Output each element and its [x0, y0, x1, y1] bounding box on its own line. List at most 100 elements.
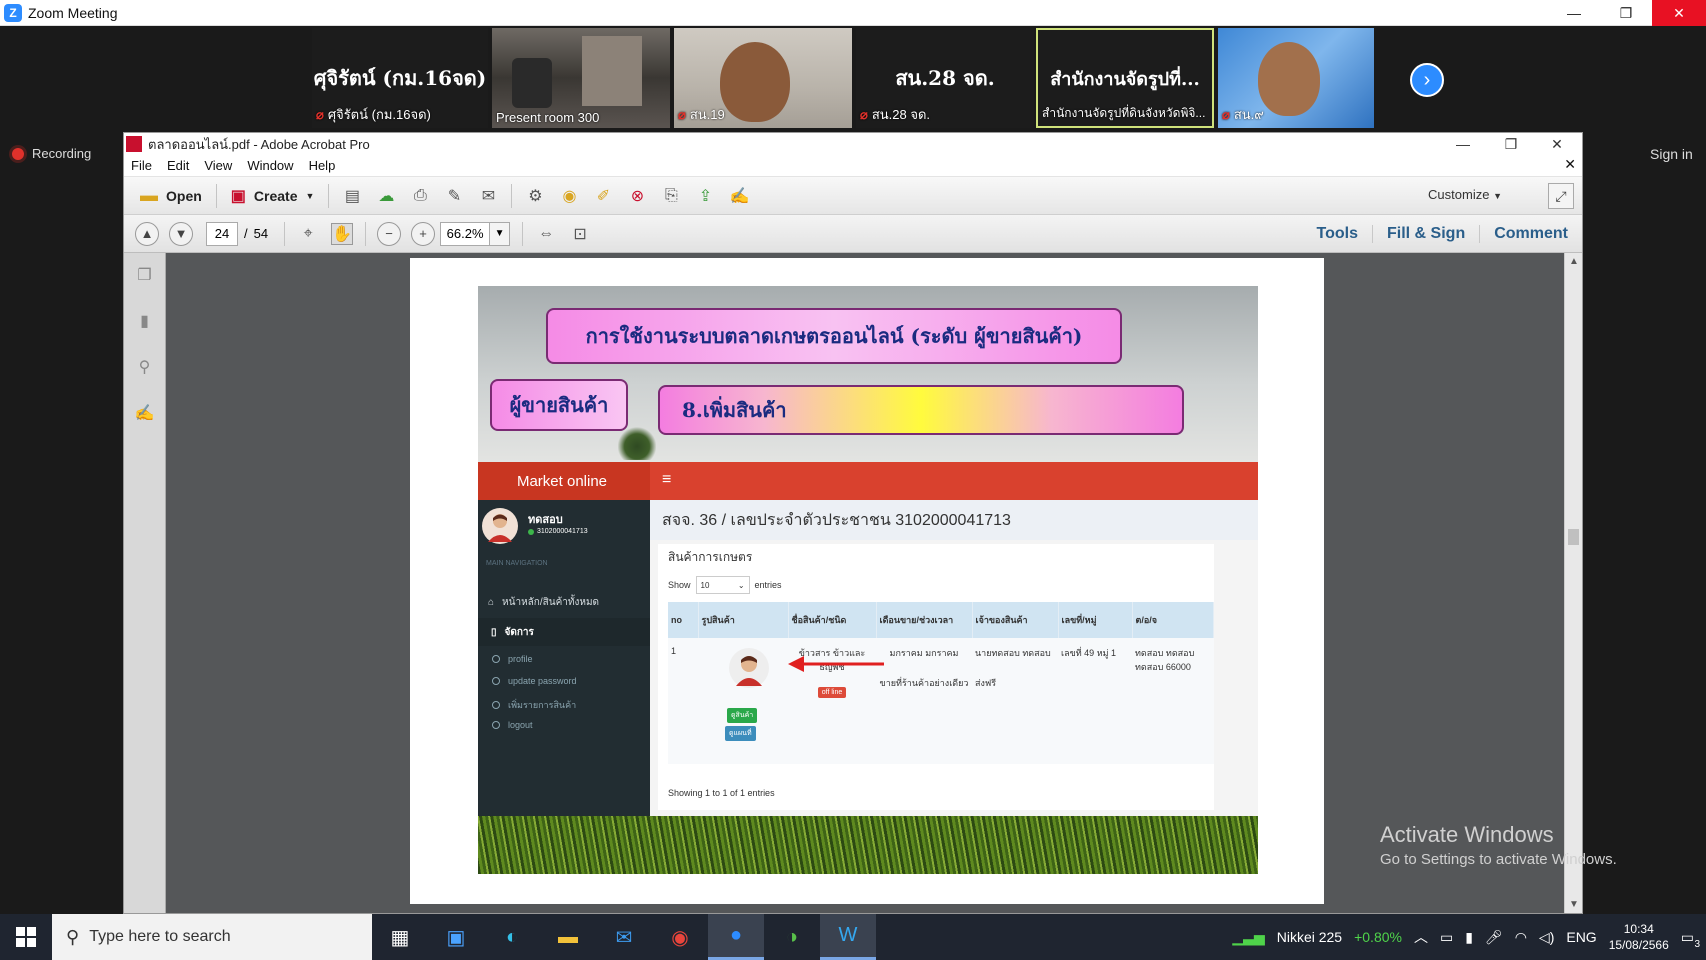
menu-view[interactable]: View	[204, 158, 232, 173]
show-label: Show	[668, 580, 691, 590]
acrobat-minimize-button[interactable]: —	[1440, 133, 1486, 155]
pane-links: Tools Fill & Sign Comment	[1303, 215, 1582, 253]
comment-link[interactable]: Comment	[1479, 225, 1582, 243]
recording-indicator[interactable]: Recording	[12, 146, 91, 161]
language-indicator[interactable]: ENG	[1566, 929, 1596, 945]
page-number-input[interactable]: 24	[206, 221, 238, 246]
zoom-in-icon[interactable]: +	[411, 221, 436, 246]
signature-icon[interactable]: ✍	[134, 401, 156, 425]
participant-caption: สน.28 จด.	[871, 107, 931, 122]
sign-in-link[interactable]: Sign in	[1650, 146, 1693, 162]
close-button[interactable]: ✕	[1652, 0, 1706, 26]
circle-icon	[492, 721, 500, 729]
notification-icon[interactable]: ▭ 3	[1681, 929, 1700, 950]
restore-button[interactable]: ❐	[1600, 0, 1652, 26]
webex-icon[interactable]: W	[820, 914, 876, 960]
zoom-dropdown-icon[interactable]: ▼	[490, 221, 511, 246]
page-up-icon[interactable]: ▲	[135, 221, 159, 246]
create-pdf-icon: ▣	[230, 187, 246, 205]
wifi-icon[interactable]: ◠	[1515, 929, 1527, 946]
sub-item-label: logout	[508, 720, 533, 730]
fit-page-icon[interactable]: ⊡	[569, 223, 591, 245]
participant-caption: Present room 300	[496, 110, 600, 125]
cell-months: มกราคม มกราคม ขายที่ร้านค้าอย่างเดียว	[876, 638, 972, 764]
zoom-taskbar-icon[interactable]: ●	[708, 914, 764, 960]
export-icon[interactable]: ⇪	[694, 185, 716, 207]
acrobat-restore-button[interactable]: ❐	[1488, 133, 1534, 155]
participant-face	[720, 42, 790, 122]
email-icon[interactable]: ✉	[477, 185, 499, 207]
mail-icon[interactable]: ✉	[596, 914, 652, 960]
taskbar-search[interactable]: ⚲ Type here to search	[52, 914, 372, 960]
edit-icon[interactable]: ✎	[443, 185, 465, 207]
highlight-icon[interactable]: ✐	[592, 185, 614, 207]
zoom-out-icon[interactable]: −	[377, 221, 402, 246]
participant-tile-active[interactable]: สำนักงานจัดรูปที่... สำนักงานจัดรูปที่ดิ…	[1036, 28, 1214, 128]
hand-tool-icon[interactable]: ✋	[331, 222, 354, 245]
vertical-scrollbar[interactable]: ▲ ▼	[1564, 253, 1582, 913]
stamp-icon[interactable]: ⎘	[660, 185, 682, 207]
print-icon[interactable]: ⎙	[409, 185, 431, 207]
file-explorer-icon[interactable]: ▬	[540, 914, 596, 960]
next-participants-button[interactable]: ›	[1410, 63, 1444, 97]
microphone-icon[interactable]: 🎤︎	[1485, 929, 1503, 946]
start-button[interactable]	[0, 914, 52, 960]
minimize-button[interactable]: —	[1548, 0, 1600, 26]
select-tool-icon[interactable]: ⌖	[297, 223, 319, 245]
participant-tile[interactable]: ⌀ สน.19	[674, 28, 852, 128]
gear-icon[interactable]: ⚙	[524, 185, 546, 207]
sub-item-logout: logout	[492, 720, 533, 730]
menu-file[interactable]: File	[131, 158, 152, 173]
edge-dev-icon[interactable]: ◑	[764, 914, 820, 960]
save-icon[interactable]: ▤	[341, 185, 363, 207]
meet-icon[interactable]: ▭	[1440, 929, 1453, 946]
chevron-up-icon[interactable]: ︿	[1414, 927, 1428, 947]
customize-dropdown[interactable]: Customize ▼	[1428, 187, 1502, 202]
sidebar-item-home: ⌂ หน้าหลัก/สินค้าทั้งหมด	[478, 588, 650, 616]
open-button[interactable]: ▬ Open	[132, 181, 210, 210]
fill-sign-link[interactable]: Fill & Sign	[1372, 225, 1479, 243]
watermark-title: Activate Windows	[1380, 822, 1554, 847]
create-button[interactable]: ▣ Create ▼	[223, 182, 323, 210]
edge-icon[interactable]: ◐	[484, 914, 540, 960]
pages-icon[interactable]: ❐	[134, 263, 156, 287]
participant-name-large: สน.28 จด.	[895, 66, 995, 90]
participant-tile[interactable]: ⌀ สน.๙	[1218, 28, 1374, 128]
sign-icon[interactable]: ✍	[728, 185, 750, 207]
menu-edit[interactable]: Edit	[167, 158, 189, 173]
scroll-down-icon[interactable]: ▼	[1565, 899, 1583, 910]
bookmark-icon[interactable]: ▮	[134, 309, 156, 333]
participant-tile[interactable]: Present room 300	[492, 28, 670, 128]
menu-help[interactable]: Help	[309, 158, 336, 173]
scroll-thumb[interactable]	[1568, 529, 1579, 545]
nikkei-label[interactable]: Nikkei 225	[1277, 929, 1342, 945]
battery-icon[interactable]: ▮	[1465, 929, 1473, 946]
clock[interactable]: 10:34 15/08/2566	[1609, 921, 1669, 953]
page-down-icon[interactable]: ▼	[169, 221, 193, 246]
participant-tile[interactable]: สน.28 จด. ⌀ สน.28 จด.	[856, 28, 1034, 128]
chrome-icon[interactable]: ◉	[652, 914, 708, 960]
redact-icon[interactable]: ⊗	[626, 185, 648, 207]
scroll-up-icon[interactable]: ▲	[1565, 256, 1583, 267]
zoom-level-input[interactable]: 66.2%	[440, 221, 491, 246]
owner-text: นายทดสอบ ทดสอบ	[975, 648, 1051, 658]
comment-icon[interactable]: ◉	[558, 185, 580, 207]
participant-tile[interactable]: ศุจิรัตน์ (กม.16จด) ⌀ ศุจิรัตน์ (กม.16จด)	[312, 28, 488, 128]
video-room-shape	[512, 58, 552, 108]
expand-icon[interactable]: ⤢	[1548, 183, 1574, 209]
menu-window[interactable]: Window	[247, 158, 293, 173]
chevron-down-icon: ▼	[305, 190, 315, 201]
volume-icon[interactable]: ◁)	[1539, 929, 1554, 946]
showing-entries: Showing 1 to 1 of 1 entries	[668, 788, 775, 798]
navigation-pane: ❐ ▮ ⚲ ✍	[124, 253, 166, 913]
store-icon[interactable]: ▣	[428, 914, 484, 960]
tools-link[interactable]: Tools	[1303, 225, 1372, 243]
taskbar: ⚲ Type here to search ▦ ▣ ◐ ▬ ✉ ◉ ● ◑ W …	[0, 914, 1706, 960]
acrobat-close-button[interactable]: ✕	[1534, 133, 1580, 155]
cloud-upload-icon[interactable]: ☁	[375, 185, 397, 207]
close-document-icon[interactable]: ✕	[1564, 156, 1576, 173]
task-view-icon[interactable]: ▦	[372, 914, 428, 960]
fit-width-icon[interactable]: ⇔	[535, 223, 557, 245]
attachment-icon[interactable]: ⚲	[134, 355, 156, 379]
participant-name-large: สำนักงานจัดรูปที่...	[1050, 69, 1200, 90]
